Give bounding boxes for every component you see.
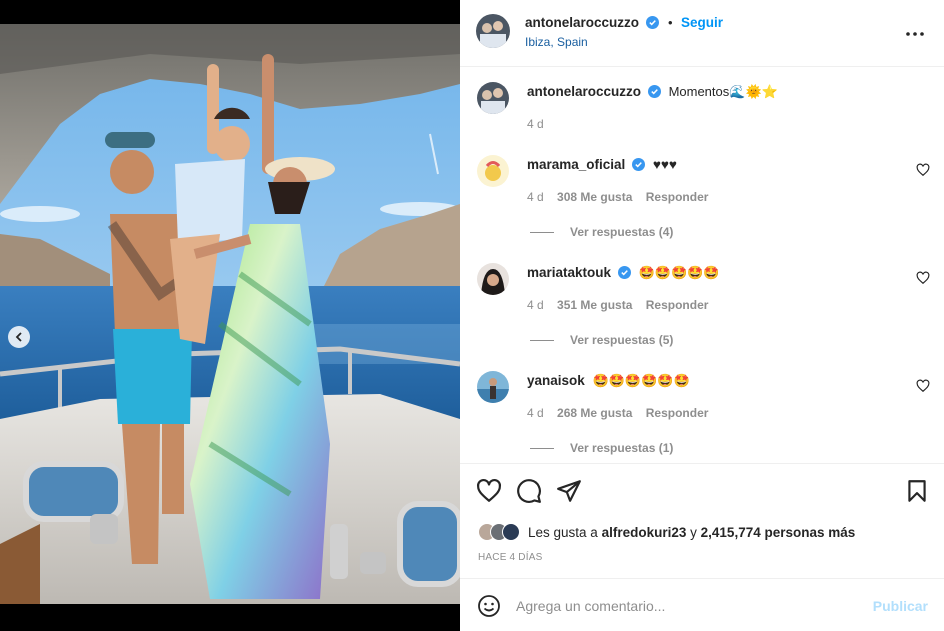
likes-joiner: y [690,524,697,540]
liker-username[interactable]: alfredokuri23 [602,525,687,540]
post-photo[interactable] [0,24,460,604]
separator-dot: • [667,15,673,30]
post-header: antonelaroccuzzo • Seguir Ibiza, Spain [460,0,944,67]
post-actions: Les gusta a alfredokuri23 y 2,415,774 pe… [460,463,944,578]
comment-avatar[interactable] [477,371,509,403]
likes-text: Les gusta a alfredokuri23 y 2,415,774 pe… [528,525,855,540]
heart-icon[interactable] [476,478,502,504]
verified-icon [647,85,661,98]
comment-likes[interactable]: 308 Me gusta [557,190,632,204]
likes-count[interactable]: 2,415,774 personas más [701,525,856,540]
reply-button[interactable]: Responder [646,190,709,204]
comment-like-heart-icon[interactable] [916,163,930,177]
comment-username[interactable]: yanaisok [527,373,585,388]
comment-time[interactable]: 4 d [527,298,544,312]
emoji-icon[interactable] [477,594,501,618]
comment-avatar[interactable] [477,155,509,187]
comment-meta: 4 d 351 Me gusta Responder [527,298,718,312]
comment-text: ♥♥♥ [652,157,677,172]
verified-icon [646,16,660,29]
post-location[interactable]: Ibiza, Spain [525,35,588,49]
comment-like-heart-icon[interactable] [916,379,930,393]
comment-time[interactable]: 4 d [527,190,544,204]
view-replies-button[interactable]: Ver respuestas (1) [530,441,673,455]
caption-avatar[interactable] [477,82,509,114]
verified-icon [632,158,646,171]
likes-summary[interactable]: Les gusta a alfredokuri23 y 2,415,774 pe… [478,521,855,543]
comment-icon[interactable] [516,478,542,504]
comment-username[interactable]: marama_oficial [527,157,625,172]
post-details-panel: antonelaroccuzzo • Seguir Ibiza, Spain a… [460,0,944,631]
comment-meta: 4 d 308 Me gusta Responder [527,190,718,204]
author-username[interactable]: antonelaroccuzzo [525,15,639,30]
carousel-prev-button[interactable] [8,326,30,348]
replies-divider [530,448,554,450]
view-replies-label: Ver respuestas (1) [570,441,674,455]
follow-button[interactable]: Seguir [681,15,723,30]
comment-meta: 4 d 268 Me gusta Responder [527,406,718,420]
author-avatar[interactable] [476,14,510,48]
comment-like-heart-icon[interactable] [916,271,930,285]
avatar-image [477,263,509,295]
caption-time[interactable]: 4 d [527,117,544,131]
share-icon[interactable] [556,478,582,504]
comment-text: 🤩🤩🤩🤩🤩 [638,265,720,280]
caption-text: Momentos🌊🌞⭐ [668,84,778,99]
avatar-image [476,14,510,48]
verified-icon [617,266,631,279]
avatar-image [477,82,509,114]
add-comment-bar: Publicar [460,578,944,631]
chevron-left-icon [15,332,22,342]
comment-avatar[interactable] [477,263,509,295]
comment-text: 🤩🤩🤩🤩🤩🤩 [592,373,690,388]
likes-prefix: Les gusta a [528,524,598,540]
post-timestamp[interactable]: HACE 4 DÍAS [478,552,542,563]
comment-time[interactable]: 4 d [527,406,544,420]
avatar-image [477,371,509,403]
reply-button[interactable]: Responder [646,298,709,312]
comment-username[interactable]: mariataktouk [527,265,611,280]
view-replies-button[interactable]: Ver respuestas (4) [530,225,673,239]
replies-divider [530,232,554,234]
view-replies-label: Ver respuestas (4) [570,225,674,239]
comment-text-line: marama_oficial ♥♥♥ [527,157,677,172]
comment-text-line: mariataktouk 🤩🤩🤩🤩🤩 [527,265,720,281]
comment-input[interactable] [516,593,856,619]
caption-meta: 4 d [527,117,554,131]
replies-divider [530,340,554,342]
comment-likes[interactable]: 268 Me gusta [557,406,632,420]
liker-avatar [502,523,520,541]
comments-list[interactable]: antonelaroccuzzo Momentos🌊🌞⭐ 4 d marama_… [460,67,944,463]
instagram-post-modal: antonelaroccuzzo • Seguir Ibiza, Spain a… [0,0,944,631]
view-replies-button[interactable]: Ver respuestas (5) [530,333,673,347]
author-line: antonelaroccuzzo • Seguir [525,14,723,32]
comment-text-line: yanaisok 🤩🤩🤩🤩🤩🤩 [527,373,690,389]
photo-illustration [0,24,460,604]
avatar-image [477,155,509,187]
save-icon[interactable] [904,478,930,504]
publish-button[interactable]: Publicar [873,598,928,614]
view-replies-label: Ver respuestas (5) [570,333,674,347]
reply-button[interactable]: Responder [646,406,709,420]
comment-likes[interactable]: 351 Me gusta [557,298,632,312]
more-options-icon[interactable] [904,24,926,44]
caption-username[interactable]: antonelaroccuzzo [527,84,641,99]
caption-text-line: antonelaroccuzzo Momentos🌊🌞⭐ [527,84,778,100]
